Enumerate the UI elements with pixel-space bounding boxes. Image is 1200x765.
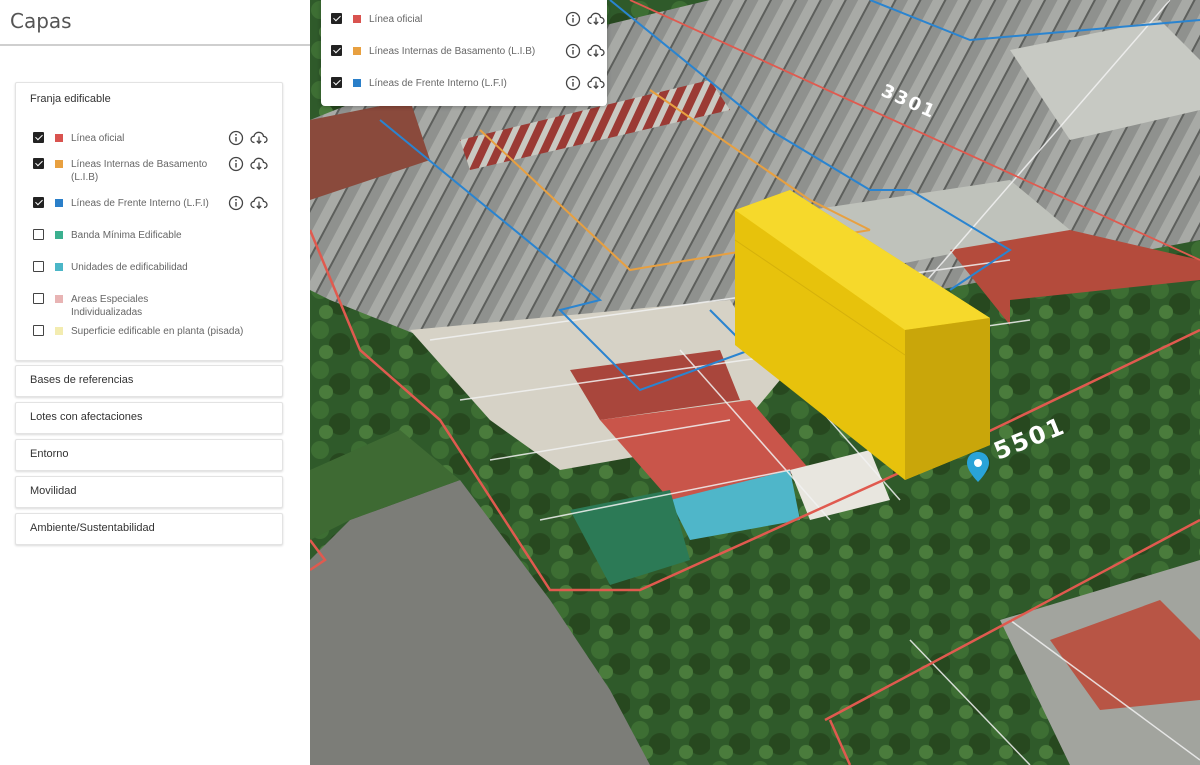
layer-group-bases-referencias[interactable]: Bases de referencias: [15, 365, 283, 397]
sidebar-title: Capas: [10, 9, 72, 33]
layer-row-banda-minima-edificable[interactable]: Banda Mínima Edificable: [33, 226, 278, 246]
layer-color-swatch: [55, 231, 63, 239]
sidebar-header: Capas: [0, 0, 310, 46]
layer-checkbox[interactable]: [33, 197, 44, 208]
layer-label: Líneas Internas de Basamento (L.I.B): [71, 159, 208, 183]
legend-row-lib[interactable]: Líneas Internas de Basamento (L.I.B): [331, 42, 605, 62]
info-icon[interactable]: [565, 75, 581, 91]
layer-actions: [228, 130, 278, 146]
info-icon[interactable]: [228, 130, 244, 146]
info-icon[interactable]: [565, 11, 581, 27]
layer-group-title: Entorno: [30, 448, 69, 460]
legend-label: Líneas Internas de Basamento (L.I.B): [369, 46, 536, 57]
legend-checkbox[interactable]: [331, 77, 342, 88]
layer-group-title: Bases de referencias: [30, 374, 134, 386]
legend-color-swatch: [353, 15, 361, 23]
layer-actions: [228, 156, 278, 172]
layer-row-areas-especiales[interactable]: Areas Especiales Individualizadas: [33, 290, 278, 318]
active-layers-legend: Línea oficial Líneas Internas de Basamen…: [321, 0, 607, 106]
layer-color-swatch: [55, 199, 63, 207]
layer-color-swatch: [55, 134, 63, 142]
layer-label: Superficie edificable en planta (pisada): [71, 326, 244, 337]
download-cloud-icon[interactable]: [587, 75, 605, 91]
layer-label: Banda Mínima Edificable: [71, 230, 182, 241]
legend-checkbox[interactable]: [331, 13, 342, 24]
layers-sidebar: Capas Franja edificable Línea oficial Lí…: [0, 0, 310, 765]
layer-actions: [228, 195, 278, 211]
map-canvas[interactable]: 3301 5501: [310, 0, 1200, 765]
layer-color-swatch: [55, 263, 63, 271]
legend-actions: [565, 75, 615, 91]
layer-checkbox[interactable]: [33, 293, 44, 304]
layer-row-lineas-internas-basamento[interactable]: Líneas Internas de Basamento (L.I.B): [33, 155, 278, 185]
layer-row-linea-oficial[interactable]: Línea oficial: [33, 129, 278, 149]
layer-group-lotes-afectaciones[interactable]: Lotes con afectaciones: [15, 402, 283, 434]
layer-group-title: Ambiente/Sustentabilidad: [30, 522, 155, 534]
legend-label: Línea oficial: [369, 14, 423, 25]
layer-group-title: Movilidad: [30, 485, 77, 497]
download-cloud-icon[interactable]: [250, 195, 268, 211]
download-cloud-icon[interactable]: [587, 43, 605, 59]
layer-label: Líneas de Frente Interno (L.F.I): [71, 198, 209, 209]
download-cloud-icon[interactable]: [587, 11, 605, 27]
layer-row-superficie-edificable[interactable]: Superficie edificable en planta (pisada): [33, 322, 278, 342]
layer-group-entorno[interactable]: Entorno: [15, 439, 283, 471]
layer-label: Unidades de edificabilidad: [71, 262, 188, 273]
legend-row-lfi[interactable]: Líneas de Frente Interno (L.F.I): [331, 74, 605, 94]
legend-checkbox[interactable]: [331, 45, 342, 56]
legend-actions: [565, 11, 615, 27]
layer-color-swatch: [55, 327, 63, 335]
layer-checkbox[interactable]: [33, 325, 44, 336]
layer-group-franja-edificable: Franja edificable Línea oficial Líneas I…: [15, 82, 283, 361]
download-cloud-icon[interactable]: [250, 130, 268, 146]
layer-group-ambiente[interactable]: Ambiente/Sustentabilidad: [15, 513, 283, 545]
layer-group-title: Lotes con afectaciones: [30, 411, 143, 423]
legend-label: Líneas de Frente Interno (L.F.I): [369, 78, 507, 89]
info-icon[interactable]: [565, 43, 581, 59]
layer-checkbox[interactable]: [33, 261, 44, 272]
layer-checkbox[interactable]: [33, 132, 44, 143]
layer-group-movilidad[interactable]: Movilidad: [15, 476, 283, 508]
download-cloud-icon[interactable]: [250, 156, 268, 172]
layer-checkbox[interactable]: [33, 158, 44, 169]
layer-color-swatch: [55, 295, 63, 303]
layer-row-unidades-edificabilidad[interactable]: Unidades de edificabilidad: [33, 258, 278, 278]
legend-color-swatch: [353, 79, 361, 87]
map-3d-view[interactable]: 3301 5501: [310, 0, 1200, 765]
layer-color-swatch: [55, 160, 63, 168]
layer-label: Areas Especiales Individualizadas: [71, 294, 149, 318]
layer-checkbox[interactable]: [33, 229, 44, 240]
layer-group-title[interactable]: Franja edificable: [30, 93, 111, 105]
legend-row-linea-oficial[interactable]: Línea oficial: [331, 10, 605, 30]
legend-actions: [565, 43, 615, 59]
layer-row-lineas-frente-interno[interactable]: Líneas de Frente Interno (L.F.I): [33, 194, 278, 214]
legend-color-swatch: [353, 47, 361, 55]
info-icon[interactable]: [228, 195, 244, 211]
layer-label: Línea oficial: [71, 133, 125, 144]
info-icon[interactable]: [228, 156, 244, 172]
